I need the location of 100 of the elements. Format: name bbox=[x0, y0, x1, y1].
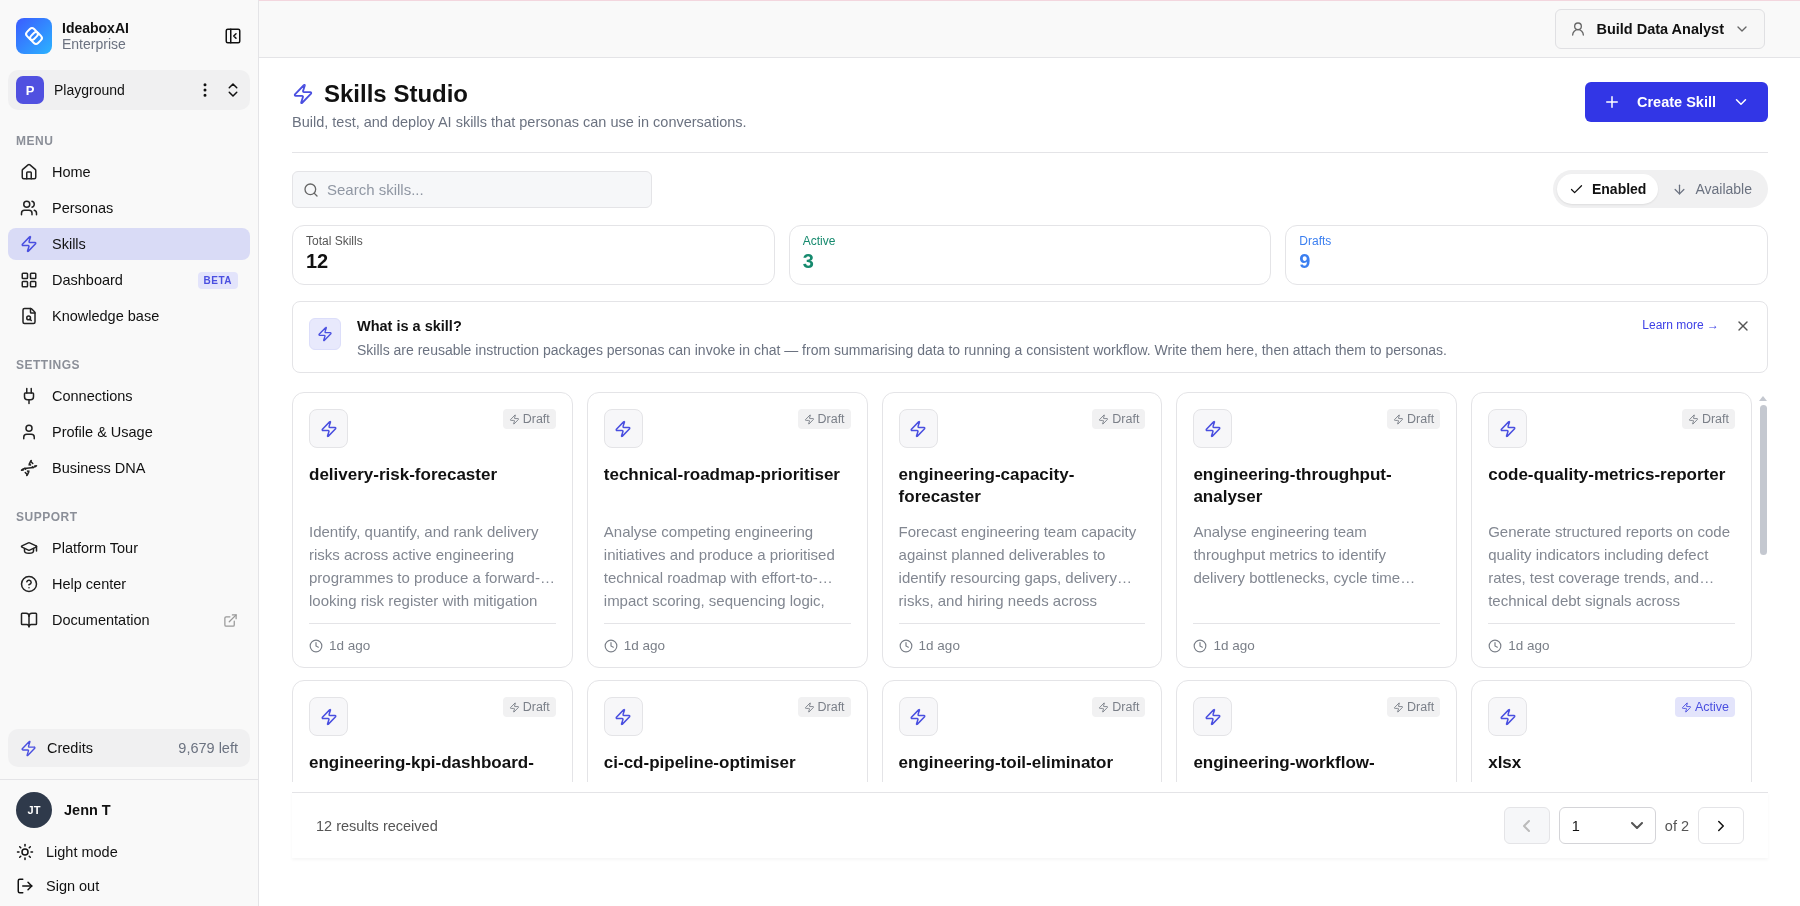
plus-icon bbox=[1603, 93, 1621, 111]
bolt-icon bbox=[803, 701, 815, 713]
nav-icon bbox=[20, 163, 38, 181]
bolt-icon bbox=[803, 413, 815, 425]
clock-icon bbox=[603, 638, 618, 653]
nav-item[interactable]: Dashboard BETA bbox=[8, 264, 250, 296]
skill-description: Analyse engineering team throughput metrics to identify delivery bottlenecks, cycle time… bbox=[1193, 522, 1417, 588]
page-title: Skills Studio bbox=[324, 80, 469, 108]
results-count: 12 results received bbox=[316, 817, 438, 834]
bolt-icon bbox=[603, 409, 643, 448]
search-field[interactable]: Search skills... bbox=[292, 170, 652, 208]
collapse-sidebar-button[interactable] bbox=[224, 27, 242, 45]
workspace-switcher[interactable]: P Playground bbox=[8, 70, 250, 110]
skill-card[interactable]: Draft technical-roadmap-prioritiser Analyse competing engineering initiatives and produce a prioritised technical roadmap with effort-to-… impact scoring, sequencing logic, 1d ago bbox=[586, 392, 868, 668]
skill-name: engineering-throughput-analyser bbox=[1193, 464, 1393, 508]
account-link[interactable]: Light mode bbox=[16, 838, 242, 866]
beta-badge: BETA bbox=[197, 271, 238, 289]
status-tag: Draft bbox=[1387, 697, 1441, 717]
stat-label: Drafts bbox=[1299, 234, 1333, 248]
status-tag: Draft bbox=[1681, 409, 1735, 429]
bolt-icon bbox=[1488, 697, 1528, 736]
toggle-option[interactable]: Enabled bbox=[1556, 174, 1659, 204]
nav-item[interactable]: Skills bbox=[8, 228, 250, 260]
nav-item[interactable]: Business DNA bbox=[8, 452, 250, 484]
nav-label: Platform Tour bbox=[52, 540, 139, 556]
account-link[interactable]: Sign out bbox=[16, 872, 242, 900]
bolt-icon bbox=[1488, 409, 1528, 448]
stat-value: 12 bbox=[306, 250, 330, 273]
nav-item[interactable]: Personas bbox=[8, 192, 250, 224]
skill-name: delivery-risk-forecaster bbox=[309, 464, 499, 486]
skill-name: xlsx bbox=[1488, 752, 1523, 774]
nav-label: Home bbox=[52, 164, 92, 180]
stat-label: Total Skills bbox=[306, 234, 364, 248]
workspace-name: Playground bbox=[54, 82, 126, 98]
nav-label: Business DNA bbox=[52, 460, 147, 476]
learn-more-link[interactable]: Learn more → bbox=[1642, 318, 1719, 332]
clock-icon bbox=[309, 638, 323, 653]
skill-name: engineering-workflow- bbox=[1193, 752, 1376, 774]
create-skill-button[interactable]: Create Skill bbox=[1585, 82, 1768, 122]
nav-icon bbox=[20, 199, 38, 217]
nav-item[interactable]: Connections bbox=[8, 380, 250, 412]
nav-icon bbox=[20, 611, 38, 629]
bolt-icon bbox=[1098, 413, 1110, 425]
skill-card[interactable]: Draft engineering-throughput-analyser Analyse engineering team throughput metrics to identify delivery bottlenecks, cycle time… 1d ago bbox=[1176, 392, 1458, 668]
workspace-avatar: P bbox=[16, 76, 44, 104]
page-select[interactable]: 1 bbox=[1558, 807, 1656, 844]
nav-icon bbox=[20, 575, 38, 593]
skill-name: code-quality-metrics-reporter bbox=[1488, 464, 1727, 486]
status-tag: Draft bbox=[502, 697, 556, 717]
skill-description: Forecast engineering team capacity against planned deliverables to identify resourcing gaps, delivery… risks, and hiring needs across bbox=[898, 522, 1138, 611]
page-subtitle: Build, test, and deploy AI skills that personas can use in conversations. bbox=[292, 114, 747, 130]
nav-icon bbox=[20, 423, 38, 441]
bolt-icon bbox=[1098, 701, 1110, 713]
credits-label: Credits bbox=[47, 740, 94, 756]
nav-label: Connections bbox=[52, 388, 134, 404]
brand-subtitle: Enterprise bbox=[62, 36, 127, 52]
nav-label: Skills bbox=[52, 236, 87, 252]
nav-item[interactable]: Documentation bbox=[8, 604, 250, 636]
account-link-label: Sign out bbox=[46, 878, 100, 894]
skill-card[interactable]: Draft delivery-risk-forecaster Identify, quantify, and rank delivery risks across active engineering programmes to produce a forward-… looking risk register with mitigation 1d ago bbox=[292, 392, 573, 668]
bolt-icon bbox=[1687, 413, 1699, 425]
skill-card[interactable]: Draft code-quality-metrics-reporter Generate structured reports on code quality indicators including defect rates, test coverage trends, and… technical debt signals across 1d ago bbox=[1471, 392, 1752, 668]
skill-description: Analyse competing engineering initiatives and produce a prioritised technical roadmap with effort-to-… impact scoring, sequencing logic, bbox=[603, 522, 836, 611]
sign-out-icon bbox=[16, 877, 34, 895]
nav-item[interactable]: Help center bbox=[8, 568, 250, 600]
info-title: What is a skill? bbox=[357, 318, 463, 334]
nav-label: Help center bbox=[52, 576, 128, 592]
skill-card[interactable]: Draft engineering-capacity-forecaster Forecast engineering team capacity against planned deliverables to identify resourcing gaps, delivery… risks, and hiring needs across 1d ago bbox=[881, 392, 1163, 668]
bolt-icon bbox=[508, 413, 520, 425]
toggle-option[interactable]: Available bbox=[1660, 174, 1764, 204]
skill-age: 1d ago bbox=[1508, 638, 1550, 653]
bolt-icon bbox=[1680, 701, 1692, 713]
bolt-icon bbox=[292, 83, 314, 105]
nav-item[interactable]: Knowledge base bbox=[8, 300, 250, 332]
nav-item[interactable]: Profile & Usage bbox=[8, 416, 250, 448]
skill-description: Identify, quantify, and rank delivery risks across active engineering programmes to produce a forward-… looking risk register with mitigation bbox=[309, 522, 556, 611]
bolt-icon bbox=[1393, 413, 1405, 425]
skill-name: engineering-toil-eliminator bbox=[898, 752, 1114, 774]
clock-icon bbox=[898, 638, 913, 653]
nav-icon bbox=[20, 307, 38, 325]
brand-name: IdeaboxAI bbox=[62, 20, 130, 36]
status-tag: Draft bbox=[797, 409, 851, 429]
logo-icon bbox=[16, 18, 52, 54]
search-icon bbox=[303, 181, 319, 198]
nav-label: Personas bbox=[52, 200, 115, 216]
bolt-icon bbox=[898, 409, 938, 448]
user-icon bbox=[1570, 21, 1587, 37]
skill-age: 1d ago bbox=[623, 638, 666, 653]
nav-item[interactable]: Platform Tour bbox=[8, 532, 250, 564]
chevron-down-icon bbox=[1630, 822, 1643, 829]
bolt-icon bbox=[1193, 409, 1233, 448]
status-tag: Active bbox=[1674, 697, 1735, 717]
chevron-left-icon bbox=[1523, 819, 1531, 832]
skill-description: Generate structured reports on code quality indicators including defect rates, test coverage trends, and… technical debt signals across bbox=[1488, 522, 1731, 611]
persona-selector[interactable]: Build Data Analyst bbox=[1555, 9, 1765, 49]
nav-item[interactable]: Home bbox=[8, 156, 250, 188]
user-name: Jenn T bbox=[64, 802, 111, 818]
bolt-icon bbox=[20, 739, 37, 757]
skill-name: technical-roadmap-prioritiser bbox=[603, 464, 841, 486]
nav-label: Dashboard bbox=[52, 272, 124, 288]
